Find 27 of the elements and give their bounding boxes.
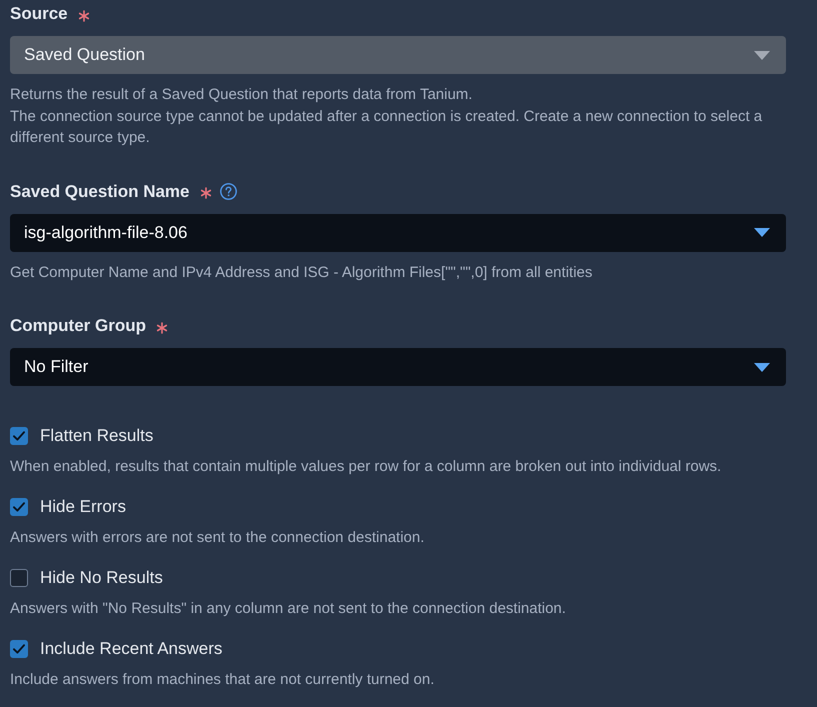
help-icon[interactable] bbox=[220, 183, 237, 200]
help-text: Get Computer Name and IPv4 Address and ISG - Algorithm Files["","",0] from all entities bbox=[10, 262, 594, 282]
help-text: Include answers from machines that are not currently turned on. bbox=[10, 670, 436, 690]
checkmark-icon bbox=[13, 502, 25, 512]
checkmark-icon bbox=[13, 431, 25, 441]
help-text: The connection source type cannot be updated after a connection is created. Create a new connection to select a different source type. bbox=[10, 106, 764, 148]
caret-icon bbox=[754, 50, 770, 60]
checkbox-label[interactable]: Hide No Results bbox=[40, 566, 163, 590]
dropdown[interactable]: isg-algorithm-file-8.06 bbox=[10, 214, 786, 252]
help-text: Answers with errors are not sent to the connection destination. bbox=[10, 528, 426, 548]
caret-icon bbox=[754, 362, 770, 372]
help-text: Answers with "No Results" in any column are not sent to the connection destination. bbox=[10, 599, 567, 619]
checkbox-label[interactable]: Include Recent Answers bbox=[40, 637, 222, 661]
checkbox-label[interactable]: Flatten Results bbox=[40, 424, 154, 448]
dropdown[interactable]: No Filter bbox=[10, 348, 786, 386]
field-label: Source bbox=[10, 3, 68, 25]
field-label: Saved Question Name bbox=[10, 180, 190, 202]
checkmark-icon bbox=[13, 644, 25, 654]
checkbox[interactable] bbox=[10, 640, 28, 658]
checkbox[interactable] bbox=[10, 427, 28, 445]
checkbox[interactable] bbox=[10, 569, 28, 587]
help-text: Returns the result of a Saved Question that reports data from Tanium. bbox=[10, 85, 474, 105]
field-label: Computer Group bbox=[10, 315, 146, 337]
caret-icon bbox=[754, 228, 770, 237]
checkbox[interactable] bbox=[10, 498, 28, 516]
help-text: When enabled, results that contain multiple values per row for a column are broken out into individual rows. bbox=[10, 457, 722, 477]
checkbox-label[interactable]: Hide Errors bbox=[40, 495, 126, 519]
